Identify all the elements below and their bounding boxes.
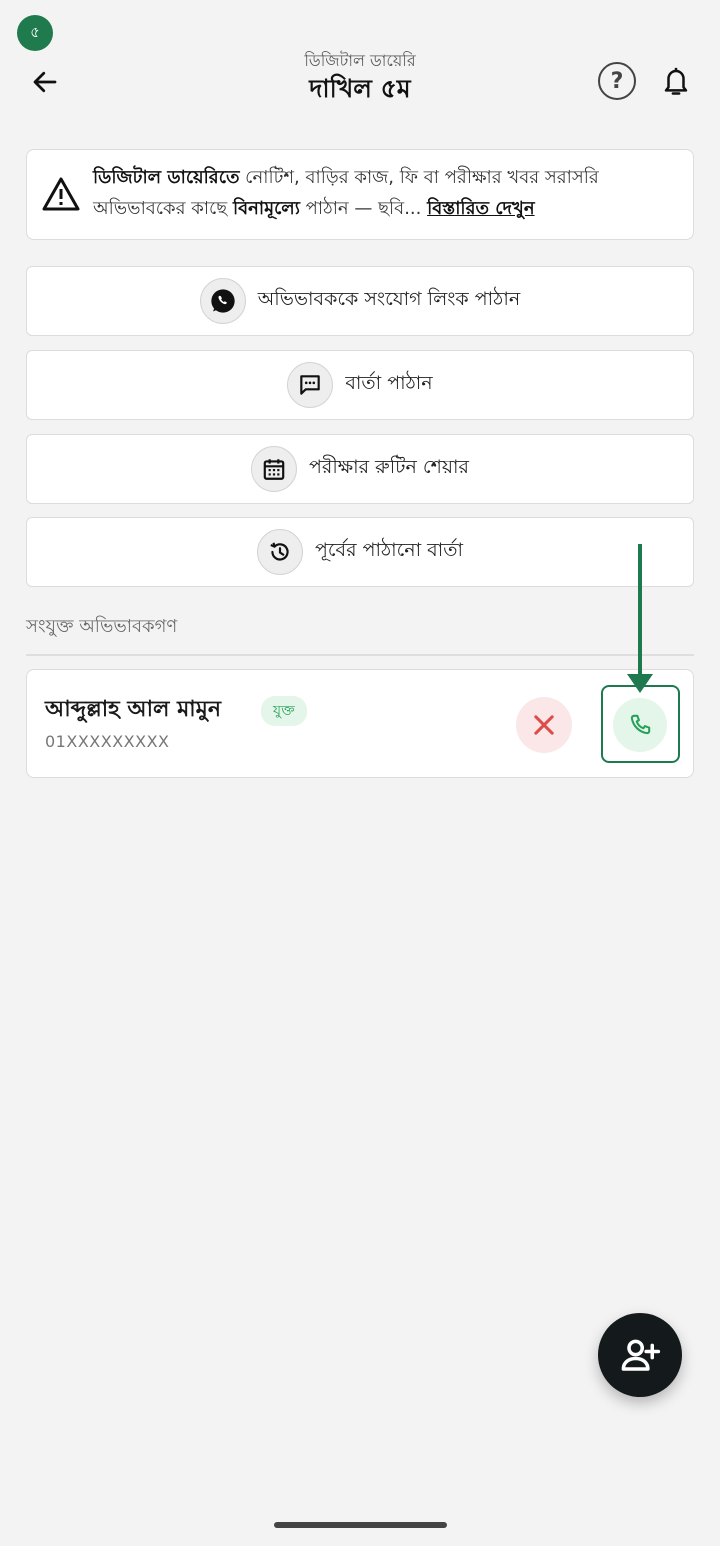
action-label: বার্তা পাঠান [345, 372, 433, 394]
message-icon [300, 375, 321, 395]
warning-icon [42, 177, 80, 211]
previous-messages-button[interactable]: পূর্বের পাঠানো বার্তা [26, 517, 694, 587]
bell-icon [664, 67, 688, 95]
notice-bold-lead: ডিজিটাল ডায়েরিতে [93, 167, 240, 188]
guardian-name: আব্দুল্লাহ আল মামুন [45, 697, 222, 722]
call-guardian-button[interactable] [613, 698, 667, 752]
section-divider [26, 654, 694, 656]
notice-text-part-2: পাঠান — ছবি... [299, 198, 428, 219]
send-connection-link-button[interactable]: অভিভাবককে সংযোগ লিংক পাঠান [26, 266, 694, 336]
guardian-card: আব্দুল্লাহ আল মামুন যুক্ত 01XXXXXXXXX [26, 669, 694, 778]
whatsapp-icon [211, 289, 235, 313]
whatsapp-icon-circle [199, 278, 246, 324]
notice-bold-free: বিনামূল্যে [232, 198, 300, 219]
message-icon-circle [287, 362, 334, 408]
phone-icon [630, 714, 651, 735]
action-label: পরীক্ষার রুটিন শেয়ার [308, 456, 470, 478]
add-guardian-button[interactable] [598, 1313, 682, 1397]
calendar-icon [263, 459, 285, 480]
help-button[interactable]: ? [598, 62, 636, 100]
remove-guardian-button[interactable] [516, 697, 572, 753]
page-title: দাখিল ৫ম [309, 74, 411, 103]
close-icon [534, 715, 554, 735]
home-indicator[interactable] [274, 1522, 447, 1528]
add-user-icon [621, 1339, 661, 1371]
action-label: পূর্বের পাঠানো বার্তা [314, 539, 464, 561]
status-badge: যুক্ত [261, 696, 307, 726]
arrow-left-icon [33, 71, 57, 93]
calendar-icon-circle [250, 446, 297, 492]
history-icon-circle [256, 529, 303, 575]
share-exam-routine-button[interactable]: পরীক্ষার রুটিন শেয়ার [26, 434, 694, 504]
action-label: অভিভাবককে সংযোগ লিংক পাঠান [257, 288, 521, 310]
page-subtitle: ডিজিটাল ডায়েরি [304, 51, 416, 70]
notice-text: ডিজিটাল ডায়েরিতে নোটিশ, বাড়ির কাজ, ফি … [93, 162, 689, 224]
history-icon [270, 542, 289, 561]
guardian-phone: 01XXXXXXXXX [45, 732, 170, 751]
send-message-button[interactable]: বার্তা পাঠান [26, 350, 694, 420]
header-titles: ডিজিটাল ডায়েরি দাখিল ৫ম [160, 50, 560, 106]
back-button[interactable] [25, 62, 65, 102]
connected-guardians-heading: সংযুক্ত অভিভাবকগণ [26, 616, 178, 637]
notifications-button[interactable] [656, 60, 696, 102]
info-notice: ডিজিটাল ডায়েরিতে নোটিশ, বাড়ির কাজ, ফি … [26, 149, 694, 240]
see-details-link[interactable]: বিস্তারিত দেখুন [427, 198, 534, 219]
help-icon: ? [610, 68, 624, 94]
annotation-arrow-down [627, 544, 653, 693]
app-header: ডিজিটাল ডায়েরি দাখিল ৫ম ? [0, 44, 720, 124]
